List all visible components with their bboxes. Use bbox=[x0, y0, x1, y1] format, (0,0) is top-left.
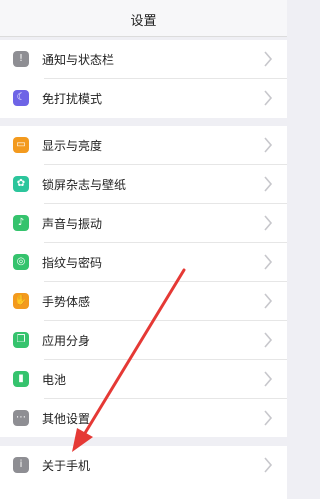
notification-icon: ! bbox=[13, 51, 29, 67]
page-title: 设置 bbox=[130, 14, 157, 29]
display-icon: ▭ bbox=[13, 137, 29, 153]
settings-group-1: ! 通知与状态栏 ☾ 免打扰模式 bbox=[0, 40, 287, 118]
settings-item-battery[interactable]: ▮ 电池 bbox=[0, 360, 287, 399]
settings-item-label: 关于手机 bbox=[42, 459, 91, 473]
settings-item-gestures[interactable]: ✋ 手势体感 bbox=[0, 282, 287, 321]
chevron-right-icon bbox=[264, 332, 273, 348]
settings-item-sound[interactable]: ♪ 声音与振动 bbox=[0, 204, 287, 243]
chevron-right-icon bbox=[264, 457, 273, 473]
chevron-right-icon bbox=[264, 90, 273, 106]
fingerprint-icon: ◎ bbox=[13, 254, 29, 270]
settings-item-label: 指纹与密码 bbox=[42, 256, 103, 270]
hand-icon: ✋ bbox=[13, 293, 29, 309]
moon-icon: ☾ bbox=[13, 90, 29, 106]
settings-item-label: 通知与状态栏 bbox=[42, 53, 115, 67]
settings-item-about-phone[interactable]: i 关于手机 bbox=[0, 446, 287, 485]
flower-icon: ✿ bbox=[13, 176, 29, 192]
settings-item-lockscreen[interactable]: ✿ 锁屏杂志与壁纸 bbox=[0, 165, 287, 204]
chevron-right-icon bbox=[264, 176, 273, 192]
settings-item-fingerprint[interactable]: ◎ 指纹与密码 bbox=[0, 243, 287, 282]
chevron-right-icon bbox=[264, 410, 273, 426]
settings-item-label: 其他设置 bbox=[42, 412, 91, 426]
chevron-right-icon bbox=[264, 137, 273, 153]
settings-group-3: i 关于手机 bbox=[0, 446, 287, 499]
chevron-right-icon bbox=[264, 254, 273, 270]
chevron-right-icon bbox=[264, 293, 273, 309]
settings-item-label: 手势体感 bbox=[42, 295, 91, 309]
speaker-icon: ♪ bbox=[13, 215, 29, 231]
settings-item-label: 应用分身 bbox=[42, 334, 91, 348]
info-icon: i bbox=[13, 457, 29, 473]
more-icon: ⋯ bbox=[13, 410, 29, 426]
top-bar: 设置 bbox=[0, 0, 287, 37]
settings-item-label: 显示与亮度 bbox=[42, 139, 103, 153]
clone-icon: ❐ bbox=[13, 332, 29, 348]
settings-item-do-not-disturb[interactable]: ☾ 免打扰模式 bbox=[0, 79, 287, 118]
settings-item-label: 锁屏杂志与壁纸 bbox=[42, 178, 127, 192]
settings-item-display[interactable]: ▭ 显示与亮度 bbox=[0, 126, 287, 165]
settings-item-other[interactable]: ⋯ 其他设置 bbox=[0, 399, 287, 438]
chevron-right-icon bbox=[264, 371, 273, 387]
settings-item-app-clone[interactable]: ❐ 应用分身 bbox=[0, 321, 287, 360]
battery-icon: ▮ bbox=[13, 371, 29, 387]
chevron-right-icon bbox=[264, 215, 273, 231]
settings-group-2: ▭ 显示与亮度 ✿ 锁屏杂志与壁纸 ♪ 声音与振动 ◎ 指纹与密码 ✋ 手势体感… bbox=[0, 126, 287, 437]
settings-item-label: 声音与振动 bbox=[42, 217, 103, 231]
settings-item-label: 免打扰模式 bbox=[42, 92, 103, 106]
settings-item-label: 电池 bbox=[42, 373, 67, 387]
chevron-right-icon bbox=[264, 51, 273, 67]
settings-item-notifications[interactable]: ! 通知与状态栏 bbox=[0, 40, 287, 79]
